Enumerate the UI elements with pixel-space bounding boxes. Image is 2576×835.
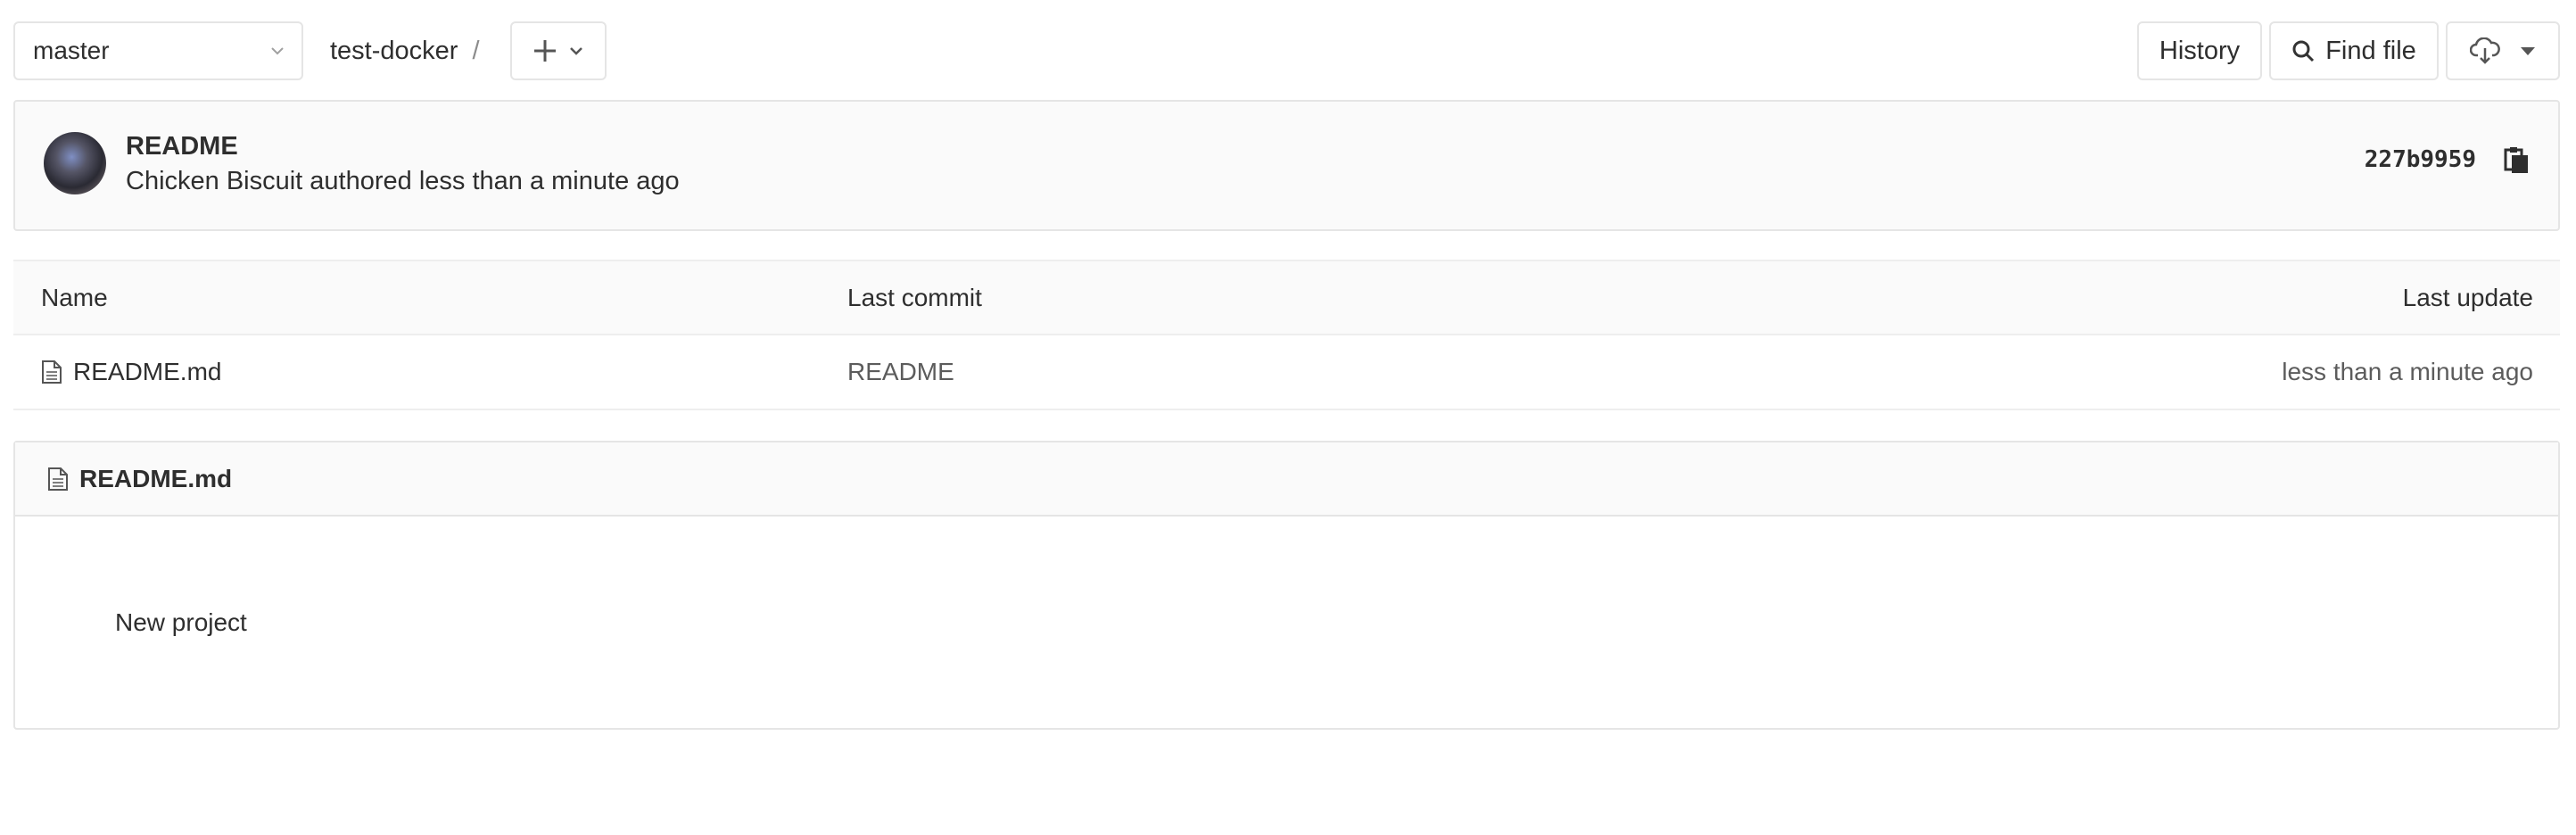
- column-header-last-update: Last update: [2402, 283, 2533, 311]
- breadcrumb: test-docker /: [330, 21, 480, 80]
- last-commit-panel: README Chicken Biscuit authored less tha…: [13, 100, 2560, 231]
- find-file-button[interactable]: Find file: [2269, 21, 2439, 80]
- readme-content: New project: [115, 608, 247, 636]
- search-icon: [2291, 39, 2315, 62]
- chevron-down-icon: [567, 42, 585, 60]
- file-icon: [47, 467, 69, 492]
- table-header: Name Last commit Last update: [13, 260, 2560, 335]
- copy-icon[interactable]: [2503, 145, 2531, 175]
- history-button[interactable]: History: [2137, 21, 2262, 80]
- readme-filename[interactable]: README.md: [79, 465, 232, 493]
- table-row[interactable]: README.md README less than a minute ago: [13, 335, 2560, 410]
- readme-header: README.md: [15, 442, 2558, 517]
- branch-name: master: [33, 37, 110, 64]
- commit-title[interactable]: README: [126, 132, 238, 161]
- add-to-tree-button[interactable]: [510, 21, 607, 80]
- tree-actions: History Find file: [2137, 21, 2560, 80]
- file-last-update: less than a minute ago: [2282, 358, 2533, 385]
- breadcrumb-project[interactable]: test-docker: [330, 37, 458, 66]
- find-file-label: Find file: [2325, 36, 2416, 65]
- file-icon: [41, 360, 62, 384]
- repo-toolbar: master test-docker / History Find file: [13, 21, 2560, 80]
- commit-author-meta: Chicken Biscuit authored less than a min…: [126, 167, 680, 195]
- commit-sha[interactable]: 227b9959: [2365, 146, 2476, 173]
- column-header-name: Name: [41, 283, 108, 311]
- column-header-last-commit: Last commit: [847, 283, 982, 311]
- file-name-cell[interactable]: README.md: [41, 335, 221, 409]
- file-tree-table: Name Last commit Last update README.md R…: [13, 260, 2560, 410]
- caret-down-icon: [2520, 45, 2536, 56]
- breadcrumb-separator: /: [472, 36, 480, 65]
- avatar[interactable]: [44, 132, 106, 194]
- download-button[interactable]: [2446, 21, 2560, 80]
- readme-panel: README.md New project: [13, 441, 2560, 730]
- branch-select[interactable]: master: [13, 21, 303, 80]
- file-last-commit[interactable]: README: [847, 335, 954, 409]
- chevron-down-icon: [268, 41, 287, 61]
- history-label: History: [2159, 36, 2241, 65]
- file-name[interactable]: README.md: [73, 358, 221, 386]
- cloud-download-icon: [2470, 37, 2500, 64]
- plus-icon: [532, 37, 558, 64]
